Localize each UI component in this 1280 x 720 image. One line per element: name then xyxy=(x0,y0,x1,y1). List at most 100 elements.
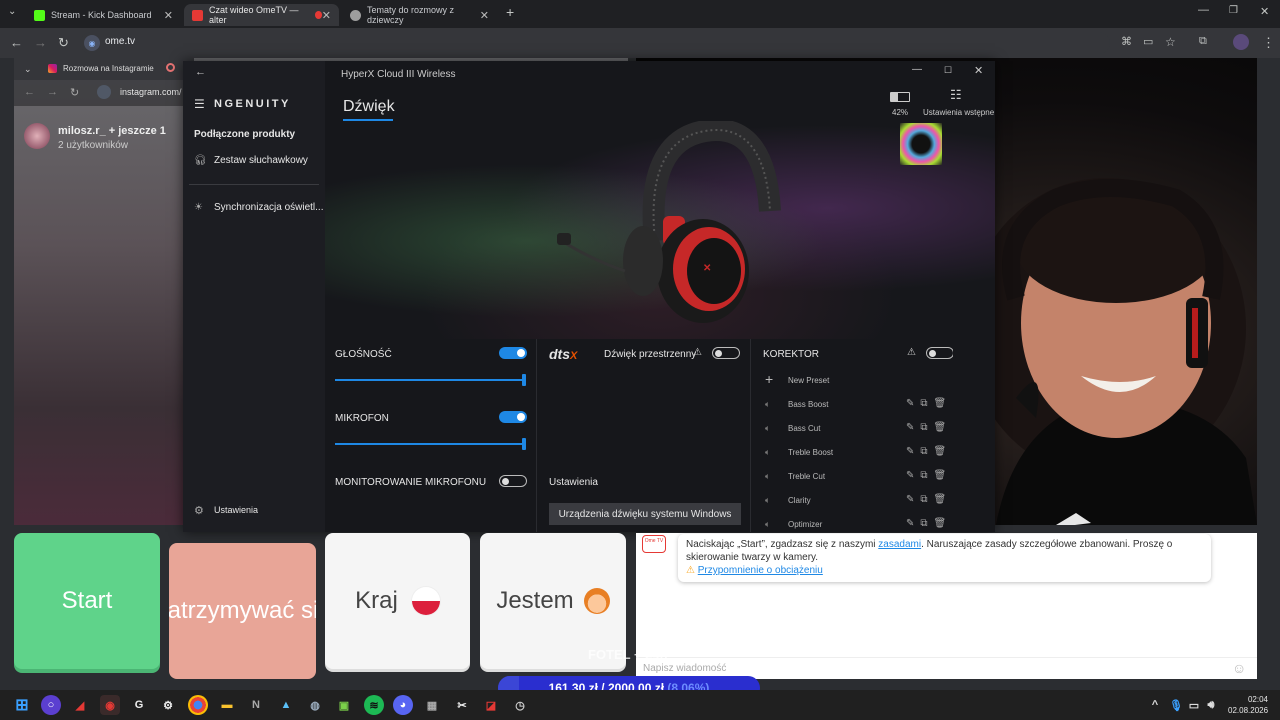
clock-icon[interactable]: ◷ xyxy=(510,695,530,715)
maximize-icon[interactable]: ☐ xyxy=(944,65,952,76)
tab-search-icon[interactable]: ⌄ xyxy=(8,6,16,17)
minimize-icon[interactable]: — xyxy=(1198,4,1209,16)
close-icon[interactable]: ✕ xyxy=(164,9,173,22)
volume-slider-knob[interactable] xyxy=(522,374,526,386)
close-icon[interactable]: ✕ xyxy=(480,9,489,22)
windows-start-icon[interactable]: ⊞ xyxy=(12,695,32,715)
tab-kick-dashboard[interactable]: Stream - Kick Dashboard ✕ xyxy=(26,4,181,26)
steelseries-icon[interactable]: ⚙ xyxy=(158,695,178,715)
hamburger-icon[interactable]: ☰ xyxy=(194,97,205,111)
address-bar[interactable]: ◉ xyxy=(80,32,1110,54)
site-info-icon[interactable] xyxy=(97,85,111,99)
reload-icon[interactable]: ↻ xyxy=(70,86,79,99)
kick-icon xyxy=(34,9,45,21)
app-icon[interactable]: ◪ xyxy=(481,695,501,715)
new-preset-row[interactable]: + New Preset xyxy=(753,369,953,393)
menu-icon[interactable]: ⋮ xyxy=(1262,35,1275,51)
site-info-icon[interactable]: ◉ xyxy=(84,35,100,51)
nav-headset[interactable]: Zestaw słuchawkowy xyxy=(214,155,308,166)
minimize-icon[interactable]: — xyxy=(912,64,922,75)
instagram-url: instagram.com/ xyxy=(120,87,182,97)
reminder-link[interactable]: Przypomnienie o obciążeniu xyxy=(698,565,823,576)
system-clock[interactable]: 02:04 02.08.2026 xyxy=(1228,694,1268,716)
eq-preset-row[interactable]: 🔈︎ Clarity ✎⧉🗑︎ xyxy=(753,489,953,513)
close-icon[interactable]: ✕ xyxy=(974,64,983,77)
presets-label[interactable]: Ustawienia wstępne xyxy=(923,108,994,117)
notion-icon[interactable]: N xyxy=(246,695,266,715)
rgb-preview-thumbnail[interactable] xyxy=(900,123,942,165)
forward-icon[interactable]: → xyxy=(34,35,47,50)
eq-preset-row[interactable]: 🔈︎ Bass Boost ✎⧉🗑︎ xyxy=(753,393,953,417)
preset-actions[interactable]: ✎⧉🗑︎ xyxy=(906,398,952,409)
close-icon[interactable]: ✕ xyxy=(322,9,331,22)
spatial-sound-toggle[interactable] xyxy=(712,347,740,359)
tab-label: Tematy do rozmowy z dziewczy xyxy=(367,5,455,25)
g-hub-icon[interactable]: G xyxy=(129,695,149,715)
terminal-icon[interactable]: ▣ xyxy=(334,695,354,715)
mic-slider-knob[interactable] xyxy=(522,438,526,450)
page-title[interactable]: Dźwięk xyxy=(343,98,395,116)
steam-icon[interactable]: ◍ xyxy=(305,695,325,715)
presets-icon[interactable]: ☷ xyxy=(950,87,962,103)
chevron-down-icon[interactable]: ⌄ xyxy=(24,64,32,75)
nav-settings[interactable]: Ustawienia xyxy=(214,505,258,515)
preset-actions[interactable]: ✎⧉🗑︎ xyxy=(906,518,952,529)
mic-monitoring-toggle[interactable] xyxy=(499,475,527,487)
snipping-tool-icon[interactable]: ✂ xyxy=(452,695,472,715)
profile-avatar[interactable] xyxy=(1233,34,1249,50)
tab-tematy[interactable]: Tematy do rozmowy z dziewczy ✕ xyxy=(342,4,497,26)
warning-icon: ⚠ xyxy=(693,347,702,358)
emoji-icon[interactable]: ☺ xyxy=(1232,660,1246,676)
spotify-icon[interactable]: ≋ xyxy=(364,695,384,715)
battery-icon xyxy=(890,92,910,102)
translate-icon[interactable]: ⌘ xyxy=(1121,35,1132,48)
new-tab-icon[interactable]: + xyxy=(506,4,514,20)
volume-icon[interactable]: 🔊︎ xyxy=(1201,695,1221,715)
back-icon[interactable]: ← xyxy=(24,86,35,98)
start-button[interactable]: Start xyxy=(14,533,160,669)
preset-actions[interactable]: ✎⧉🗑︎ xyxy=(906,494,952,505)
eq-preset-row[interactable]: 🔈︎ Bass Cut ✎⧉🗑︎ xyxy=(753,417,953,441)
preset-actions[interactable]: ✎⧉🗑︎ xyxy=(906,446,952,457)
calculator-icon[interactable]: ▦ xyxy=(422,695,442,715)
windows-sound-devices-button[interactable]: Urządzenia dźwięku systemu Windows xyxy=(549,503,741,525)
cast-icon[interactable]: ▭ xyxy=(1143,35,1153,48)
equalizer-toggle[interactable] xyxy=(926,347,953,359)
obs-icon[interactable]: ○ xyxy=(41,695,61,715)
eq-preset-row[interactable]: 🔈︎ Treble Cut ✎⧉🗑︎ xyxy=(753,465,953,489)
back-icon[interactable]: ← xyxy=(10,35,23,50)
close-window-icon[interactable]: ✕ xyxy=(1260,5,1269,18)
preset-actions[interactable]: ✎⧉🗑︎ xyxy=(906,422,952,433)
mic-slider[interactable] xyxy=(335,438,526,450)
file-explorer-icon[interactable]: ▬ xyxy=(217,695,237,715)
country-button[interactable]: Kraj xyxy=(325,533,470,669)
nav-lighting-sync[interactable]: Synchronizacja oświetl... xyxy=(214,202,324,213)
microphone-icon[interactable]: 🎙︎ xyxy=(1166,695,1186,715)
mic-toggle[interactable] xyxy=(499,411,527,423)
chat-title[interactable]: milosz.r_ + jeszcze 1 xyxy=(58,125,166,137)
bookmark-star-icon[interactable]: ☆ xyxy=(1165,35,1176,49)
volume-slider[interactable] xyxy=(335,374,526,386)
rules-link[interactable]: zasadami xyxy=(878,539,921,550)
volume-toggle[interactable] xyxy=(499,347,527,359)
stop-button[interactable]: Zatrzymywać się xyxy=(169,543,316,679)
msi-icon[interactable]: ◢ xyxy=(70,695,90,715)
chevron-up-icon[interactable]: ^ xyxy=(1145,695,1165,715)
instagram-tab-label[interactable]: Rozmowa na Instagramie xyxy=(63,64,154,73)
poland-flag-icon xyxy=(411,587,440,615)
message-text-1: Naciskając „Start”, zgadzasz się z naszy… xyxy=(686,539,876,550)
eq-preset-row[interactable]: 🔈︎ Treble Boost ✎⧉🗑︎ xyxy=(753,441,953,465)
eq-preset-row[interactable]: 🔈︎ Optimizer ✎⧉🗑︎ xyxy=(753,513,953,532)
extensions-icon[interactable]: ⧉ xyxy=(1199,35,1207,48)
reload-icon[interactable]: ↻ xyxy=(58,35,69,51)
back-icon[interactable]: ← xyxy=(195,66,206,78)
discord-icon[interactable]: ◕ xyxy=(393,695,413,715)
browser-tab-strip: ⌄ Stream - Kick Dashboard ✕ Czat wideo O… xyxy=(0,0,1280,28)
chrome-icon[interactable] xyxy=(188,695,208,715)
tab-ometv[interactable]: Czat wideo OmeTV — alter ✕ xyxy=(184,4,339,26)
photos-icon[interactable]: ▲ xyxy=(276,695,296,715)
app-icon[interactable]: ◉ xyxy=(100,695,120,715)
forward-icon[interactable]: → xyxy=(47,86,58,98)
restore-icon[interactable]: ❐ xyxy=(1229,5,1238,16)
preset-actions[interactable]: ✎⧉🗑︎ xyxy=(906,470,952,481)
